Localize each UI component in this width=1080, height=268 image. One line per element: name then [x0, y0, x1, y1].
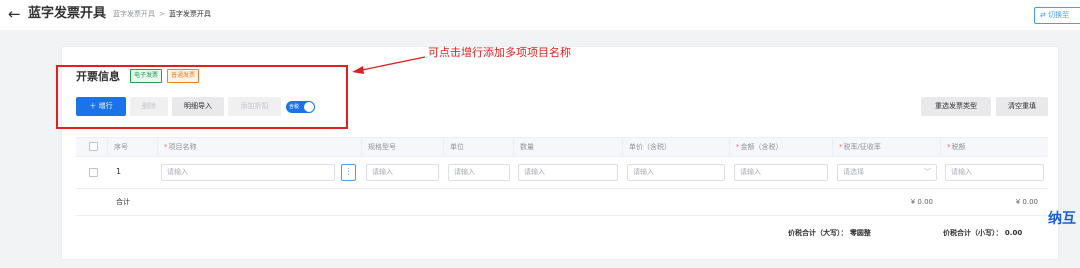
toggle-label: 含税 [289, 104, 300, 110]
column-header-tax-rate: *税率/征收率 [832, 138, 940, 156]
tax-amount-input[interactable]: 请输入 [945, 164, 1044, 181]
quantity-input[interactable]: 请输入 [518, 164, 618, 181]
detail-import-button[interactable]: 明细导入 [172, 97, 224, 116]
total-lowercase: 价税合计（小写）： 0.00 [943, 229, 1023, 237]
unit-price-input[interactable]: 请输入 [627, 164, 725, 181]
section-title: 开票信息 [76, 70, 120, 83]
total-uppercase: 价税合计（大写）： 零圆整 [788, 229, 871, 237]
column-header-spec: 规格型号 [361, 138, 443, 156]
select-all-checkbox[interactable] [89, 142, 98, 151]
annotation-arrow-icon [352, 56, 426, 74]
add-row-button[interactable]: ＋ 增行 [76, 97, 126, 116]
unit-input[interactable]: 请输入 [448, 164, 510, 181]
table-row: 1 请输入 ⋮ 请输入 请输入 请输入 请输入 请输入 请选择 ﹀ 请输入 [76, 157, 1048, 189]
total-row: 合计 ¥ 0.00 ¥ 0.00 [76, 189, 1048, 216]
column-header-unit-price: 单价（含税） [622, 138, 729, 156]
chevron-down-icon: ﹀ [924, 168, 931, 176]
total-label: 合计 [116, 198, 130, 206]
column-header-quantity: 数量 [513, 138, 622, 156]
amount-input[interactable]: 请输入 [734, 164, 828, 181]
toggle-knob [304, 102, 314, 112]
clear-refill-button[interactable]: 清空重填 [996, 97, 1048, 116]
table-header: 序号 *项目名称 规格型号 单位 数量 单价（含税） *金额（含税） *税率/征… [76, 137, 1048, 157]
tax-rate-select-value: 请选择 [843, 168, 864, 176]
floating-badge: 纳互 [1044, 210, 1080, 268]
electronic-invoice-tag: 电子发票 [130, 69, 163, 83]
column-header-tax-amount: *税额 [940, 138, 1048, 156]
column-header-no: 序号 [107, 138, 157, 156]
delete-button[interactable]: 删除 [130, 97, 168, 116]
ordinary-invoice-tag: 普通发票 [167, 69, 200, 83]
total-amount: ¥ 0.00 [910, 198, 933, 206]
floating-badge-text: 纳互 [1048, 211, 1076, 227]
column-header-amount: *金额（含税） [729, 138, 832, 156]
column-header-unit: 单位 [443, 138, 513, 156]
reselect-invoice-type-button[interactable]: 重选发票类型 [921, 97, 991, 116]
row-number: 1 [116, 167, 122, 176]
add-discount-button[interactable]: 添加折扣 [228, 97, 281, 116]
item-name-input[interactable]: 请输入 [161, 164, 335, 181]
column-header-item-name: *项目名称 [157, 138, 367, 156]
spec-input[interactable]: 请输入 [366, 164, 439, 181]
row-checkbox[interactable] [89, 168, 98, 177]
total-tax: ¥ 0.00 [1015, 198, 1038, 206]
tax-rate-select[interactable]: 请选择 ﹀ [837, 164, 937, 181]
item-name-more-icon[interactable]: ⋮ [341, 164, 356, 181]
tax-included-toggle[interactable]: 含税 [286, 101, 315, 113]
